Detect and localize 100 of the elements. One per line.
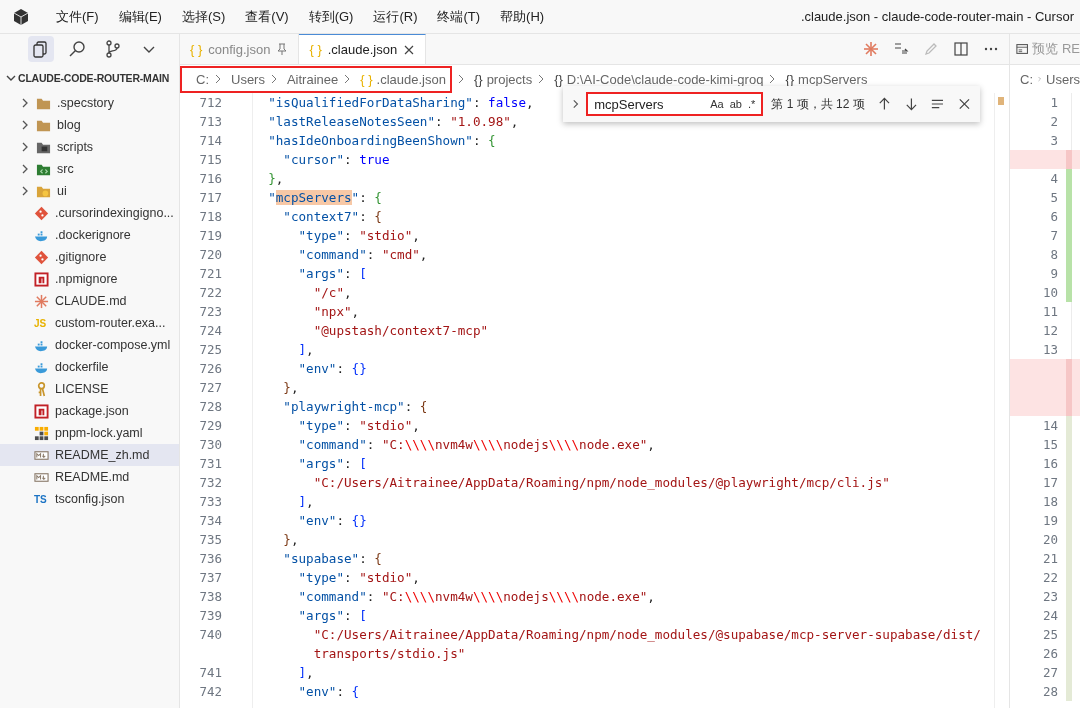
code-line: "cursor": true [282, 151, 390, 169]
asterisk-icon[interactable] [863, 41, 879, 57]
file-item[interactable]: pnpm-lock.yaml [0, 422, 179, 444]
find-option[interactable]: .* [748, 98, 756, 110]
line-number: 719 [198, 227, 223, 245]
find-input[interactable]: mcpServers Aa ab .* [586, 92, 764, 116]
editor-tab[interactable]: { } .claude.json [299, 34, 427, 64]
line-number: 16 [1041, 455, 1059, 473]
menu-item[interactable]: 运行(R) [363, 7, 428, 26]
breadcrumb-item[interactable]: Aitrainee [264, 65, 339, 93]
files-icon[interactable] [28, 36, 54, 62]
cube-logo-icon [12, 7, 30, 26]
chevron-icon [213, 74, 223, 84]
overview-ruler-mark [998, 97, 1004, 105]
line-number: 6 [1049, 208, 1059, 226]
menu-item[interactable]: 终端(T) [427, 7, 491, 26]
arrow-up-icon[interactable] [876, 96, 892, 112]
line-number: 8 [1049, 246, 1059, 264]
line-number: 722 [198, 284, 223, 302]
file-item[interactable]: package.json [0, 400, 179, 422]
file-item[interactable]: README.md [0, 466, 179, 488]
pin-icon[interactable] [276, 43, 289, 55]
json-icon: { } [190, 41, 203, 57]
line-number: 720 [198, 246, 223, 264]
code-line: "hasIdeOnboardingBeenShown": { [267, 132, 496, 150]
line-number: 19 [1041, 512, 1059, 530]
line-number: 740 [198, 626, 223, 644]
json-icon: {} [554, 71, 563, 87]
line-number: 15 [1041, 436, 1059, 454]
code-line: "env": {} [297, 512, 367, 530]
file-item[interactable]: CLAUDE.md [0, 290, 179, 312]
find-option[interactable]: ab [729, 98, 742, 110]
breadcrumb-item[interactable]: { } .claude.json [338, 65, 452, 93]
menu-item[interactable]: 编辑(E) [108, 7, 172, 26]
line-number: 736 [198, 550, 223, 568]
code-line: "C:/Users/Aitrainee/AppData/Roaming/npm/node_modules/@supabase/mcp-server-supabase/dist/ [312, 626, 981, 644]
code-line: "npx", [312, 303, 360, 321]
line-number: 725 [198, 341, 223, 359]
folder-item[interactable]: ui [0, 180, 179, 202]
breadcrumb-item[interactable]: Users [209, 65, 265, 93]
line-number: 25 [1041, 626, 1059, 644]
folder-item[interactable]: .specstory [0, 92, 179, 114]
chevron-icon[interactable] [571, 99, 581, 109]
file-item[interactable]: TS tsconfig.json [0, 488, 179, 510]
file-item[interactable]: dockerfile [0, 356, 179, 378]
menu-item[interactable]: 转到(G) [298, 7, 364, 26]
line-number: 4 [1049, 170, 1059, 188]
file-item[interactable]: .npmignore [0, 268, 179, 290]
menu-item[interactable]: 查看(V) [235, 7, 299, 26]
json-icon: {} [473, 71, 483, 87]
file-item[interactable]: .cursorindexingigno... [0, 202, 179, 224]
arrow-down-icon[interactable] [903, 96, 919, 112]
menu-item[interactable]: 文件(F) [46, 7, 109, 26]
file-item[interactable]: .gitignore [0, 246, 179, 268]
line-number: 11 [1041, 303, 1059, 321]
close-icon[interactable] [957, 96, 972, 112]
line-number: 24 [1041, 607, 1059, 625]
code-line: "command": "C:\\\\nvm4w\\\\nodejs\\\\node.exe", [297, 436, 655, 454]
line-number: 28 [1041, 683, 1059, 701]
code-line: "mcpServers": { [267, 189, 382, 207]
code-line: ], [297, 341, 314, 359]
line-number: 729 [198, 417, 223, 435]
code-line: "lastReleaseNotesSeen": "1.0.98", [267, 113, 519, 131]
folder-item[interactable]: blog [0, 114, 179, 136]
code-line: "isQualifiedForDataSharing": false, [267, 94, 534, 112]
line-number: 27 [1041, 664, 1059, 682]
menu-item[interactable]: 帮助(H) [490, 7, 555, 26]
line-number: 734 [198, 512, 223, 530]
line-number: 13 [1041, 341, 1059, 359]
file-item[interactable]: README_zh.md [0, 444, 179, 466]
code-line: "command": "C:\\\\nvm4w\\\\nodejs\\\\node.exe", [297, 588, 655, 606]
code-line: "args": [ [297, 265, 367, 283]
line-number: 5 [1049, 189, 1059, 207]
file-item[interactable]: LICENSE [0, 378, 179, 400]
breadcrumb-item[interactable]: C: [1020, 71, 1033, 87]
line-number: 715 [198, 151, 223, 169]
folder-item[interactable]: src [0, 158, 179, 180]
menu-item[interactable]: 选择(S) [171, 7, 236, 26]
code-line: ], [297, 664, 314, 682]
close-icon[interactable] [403, 43, 416, 56]
code-line: "env": { [297, 683, 360, 701]
match-count: 第 1 项，共 12 项 [771, 95, 865, 113]
breadcrumb-item[interactable]: {} projects [451, 65, 533, 93]
line-number: 727 [198, 379, 223, 397]
folder-item[interactable]: scripts [0, 136, 179, 158]
file-item[interactable]: docker-compose.yml [0, 334, 179, 356]
breadcrumb-item[interactable]: C: [180, 65, 209, 93]
breadcrumb-item[interactable]: Users [1046, 71, 1080, 87]
preview-icon [1016, 42, 1029, 56]
file-type-icon: JS [34, 317, 49, 329]
file-item[interactable]: .dockerignore [0, 224, 179, 246]
line-number: 721 [198, 265, 223, 283]
code-line: "type": "stdio", [297, 417, 420, 435]
line-number: 737 [198, 569, 223, 587]
file-item[interactable]: JS custom-router.exa... [0, 312, 179, 334]
line-number: 10 [1041, 284, 1059, 302]
code-line: "context7": { [282, 208, 382, 226]
split-editor-icon[interactable] [953, 41, 969, 57]
find-option[interactable]: Aa [710, 98, 724, 110]
breadcrumb-item[interactable]: {} D:\AI-Code\claude-code-kimi-groq [532, 65, 764, 93]
